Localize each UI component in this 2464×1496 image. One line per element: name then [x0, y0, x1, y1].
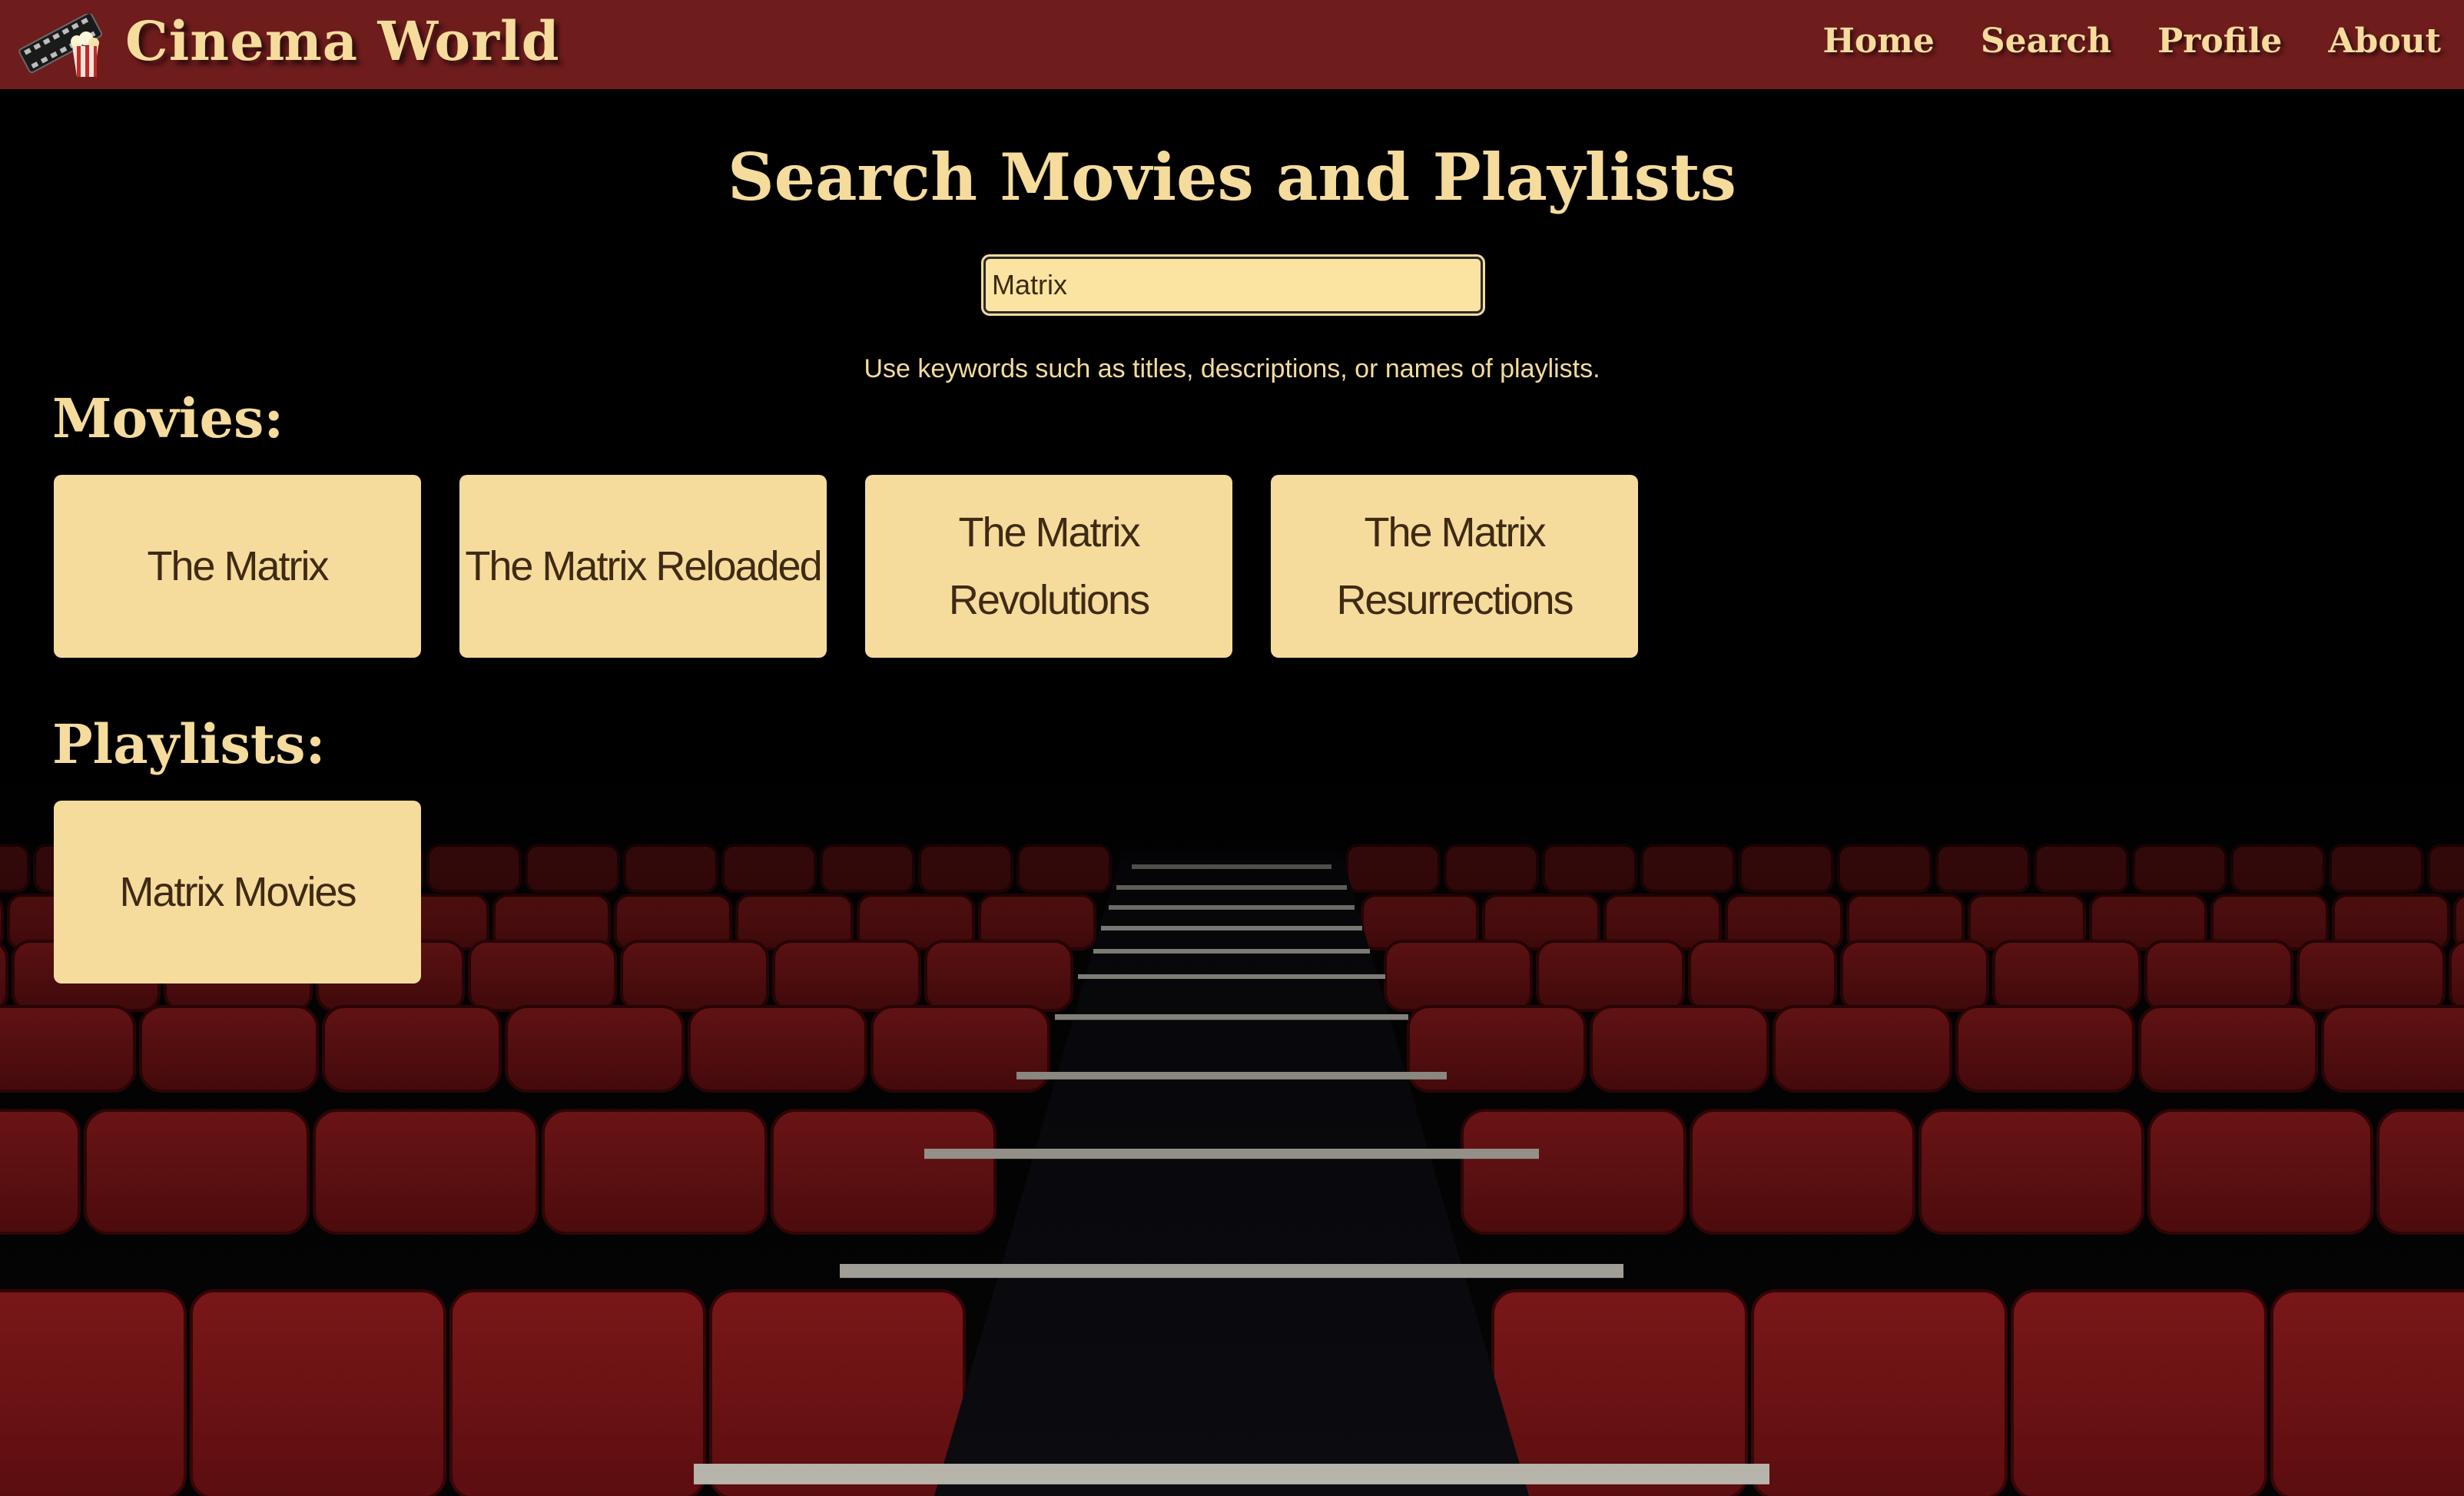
nav-about[interactable]: About	[2328, 18, 2441, 65]
nav-search[interactable]: Search	[1981, 18, 2111, 65]
movies-heading: Movies:	[52, 386, 284, 450]
page-title: Search Movies and Playlists	[728, 139, 1736, 215]
playlist-title: Matrix Movies	[119, 869, 357, 915]
movie-card[interactable]: The Matrix Revolutions	[865, 475, 1232, 658]
movie-title: The Matrix Revolutions	[948, 509, 1150, 623]
playlists-heading: Playlists:	[52, 712, 326, 776]
movie-card[interactable]: The Matrix	[54, 475, 421, 658]
playlist-card[interactable]: Matrix Movies	[54, 801, 421, 984]
main-nav: Home Search Profile About	[1822, 18, 2441, 65]
movie-title: The Matrix Resurrections	[1336, 509, 1574, 623]
search-input[interactable]	[981, 254, 1485, 316]
nav-home[interactable]: Home	[1822, 18, 1934, 65]
film-popcorn-icon[interactable]	[17, 14, 108, 78]
playlist-results: Matrix Movies	[54, 801, 421, 984]
site-title[interactable]: Cinema World	[125, 8, 560, 75]
movie-card[interactable]: The Matrix Resurrections	[1271, 475, 1638, 658]
search-hint: Use keywords such as titles, description…	[864, 354, 1600, 383]
movie-results: The Matrix The Matrix Reloaded The Matri…	[54, 475, 1638, 658]
nav-profile[interactable]: Profile	[2157, 18, 2282, 65]
theater-background-image	[0, 0, 2464, 1496]
site-header: Cinema World Home Search Profile About	[0, 0, 2464, 89]
movie-title: The Matrix Reloaded	[465, 543, 822, 589]
movie-title: The Matrix	[147, 543, 329, 589]
movie-card[interactable]: The Matrix Reloaded	[459, 475, 827, 658]
